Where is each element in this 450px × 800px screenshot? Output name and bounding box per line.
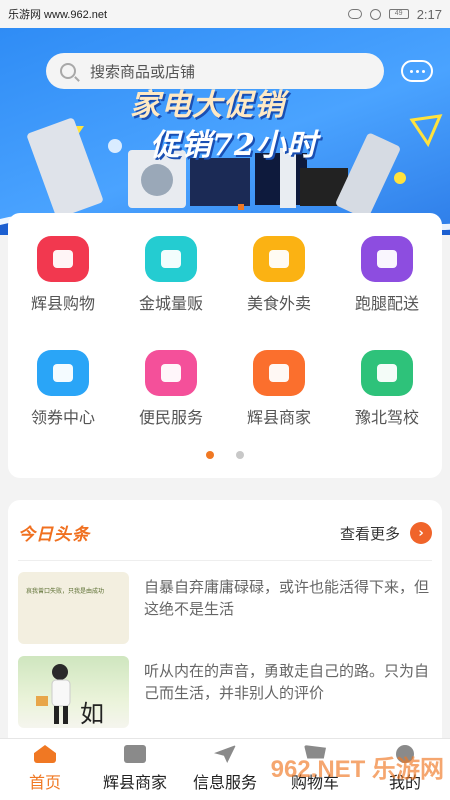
- tab-label: 辉县商家: [102, 773, 167, 792]
- tab-label: 信息服务: [192, 773, 257, 792]
- page-dot-active: [206, 451, 214, 459]
- search-icon: [60, 63, 76, 79]
- news-text: 听从内在的声音，勇敢走自己的路。只为自己而生活，并非别人的评价: [144, 662, 430, 702]
- category-item-jincheng[interactable]: 金城量贩: [117, 236, 225, 314]
- news-section: 今日头条 查看更多 › 哀我曾口失败，只我是由成功 自暴自弃庸庸碌碌，或许也能活…: [8, 500, 442, 740]
- category-item-driving-school[interactable]: 豫北驾校: [333, 350, 441, 428]
- status-site-text: 乐游网 www.962.net: [8, 9, 108, 21]
- tab-merchants[interactable]: 辉县商家: [90, 739, 180, 800]
- category-grid: 辉县购物 金城量贩 美食外卖 跑腿配送 领券中心 便民服务 辉县商家 豫北驾校: [8, 213, 442, 478]
- store-icon: [253, 350, 305, 396]
- store-icon: [124, 745, 146, 763]
- category-item-food-delivery[interactable]: 美食外卖: [225, 236, 333, 314]
- watermark-logo: 962.NET 乐游网: [270, 756, 444, 783]
- thumbnail-caption: 哀我曾口失败，只我是由成功: [26, 588, 105, 595]
- tab-info-service[interactable]: 信息服务: [180, 739, 270, 800]
- category-label: 跑腿配送: [354, 294, 419, 313]
- page-indicator: [206, 451, 244, 459]
- category-label: 豫北驾校: [354, 408, 419, 427]
- news-thumbnail: 哀我曾口失败，只我是由成功: [18, 572, 129, 644]
- category-item-convenience[interactable]: 便民服务: [117, 350, 225, 428]
- view-more-link[interactable]: 查看更多 ›: [340, 522, 432, 544]
- shopping-bag-icon: [37, 236, 89, 282]
- news-title: 今日头条: [18, 525, 90, 545]
- divider: [18, 560, 432, 561]
- home-icon: [34, 745, 56, 763]
- category-label: 领券中心: [30, 408, 95, 427]
- alarm-icon: [369, 8, 381, 20]
- news-thumbnail: 如: [18, 656, 129, 728]
- tab-home[interactable]: 首页: [0, 739, 90, 800]
- search-placeholder: 搜索商品或店铺: [90, 62, 196, 81]
- category-label: 便民服务: [138, 408, 203, 427]
- page-dot: [236, 451, 244, 459]
- category-label: 美食外卖: [246, 294, 311, 313]
- chevron-right-icon: ›: [410, 522, 432, 544]
- category-label: 金城量贩: [138, 294, 203, 313]
- news-text: 自暴自弃庸庸碌碌，或许也能活得下来，但这绝不是生活: [144, 578, 430, 618]
- view-more-label: 查看更多: [339, 524, 400, 543]
- category-label: 辉县商家: [246, 408, 311, 427]
- banner-headline-2: 促销72小时: [150, 128, 318, 163]
- eye-icon: [347, 9, 362, 19]
- status-time: 2:17: [416, 6, 442, 22]
- message-icon[interactable]: [401, 60, 433, 82]
- status-bar: 乐游网 www.962.net 49 2:17: [0, 0, 450, 28]
- send-icon: [214, 745, 236, 763]
- news-item[interactable]: 如 听从内在的声音，勇敢走自己的路。只为自己而生活，并非别人的评价: [18, 656, 432, 728]
- ticket-icon: [145, 350, 197, 396]
- person-figure: [36, 664, 71, 724]
- coupon-icon: [37, 350, 89, 396]
- bottom-tab-bar: 首页 辉县商家 信息服务 购物车 我的 962.NET 乐游网: [0, 738, 450, 800]
- driver-icon: [361, 350, 413, 396]
- tag-icon: [145, 236, 197, 282]
- battery-icon: 49: [388, 9, 409, 19]
- category-label: 辉县购物: [30, 294, 95, 313]
- category-item-huixian-shopping[interactable]: 辉县购物: [9, 236, 117, 314]
- runner-icon: [361, 236, 413, 282]
- news-item[interactable]: 哀我曾口失败，只我是由成功 自暴自弃庸庸碌碌，或许也能活得下来，但这绝不是生活: [18, 572, 432, 644]
- scooter-icon: [253, 236, 305, 282]
- category-item-errand[interactable]: 跑腿配送: [333, 236, 441, 314]
- category-item-merchants[interactable]: 辉县商家: [225, 350, 333, 428]
- search-bar[interactable]: 搜索商品或店铺: [46, 53, 384, 89]
- tab-label: 首页: [28, 773, 61, 792]
- category-item-coupons[interactable]: 领券中心: [9, 350, 117, 428]
